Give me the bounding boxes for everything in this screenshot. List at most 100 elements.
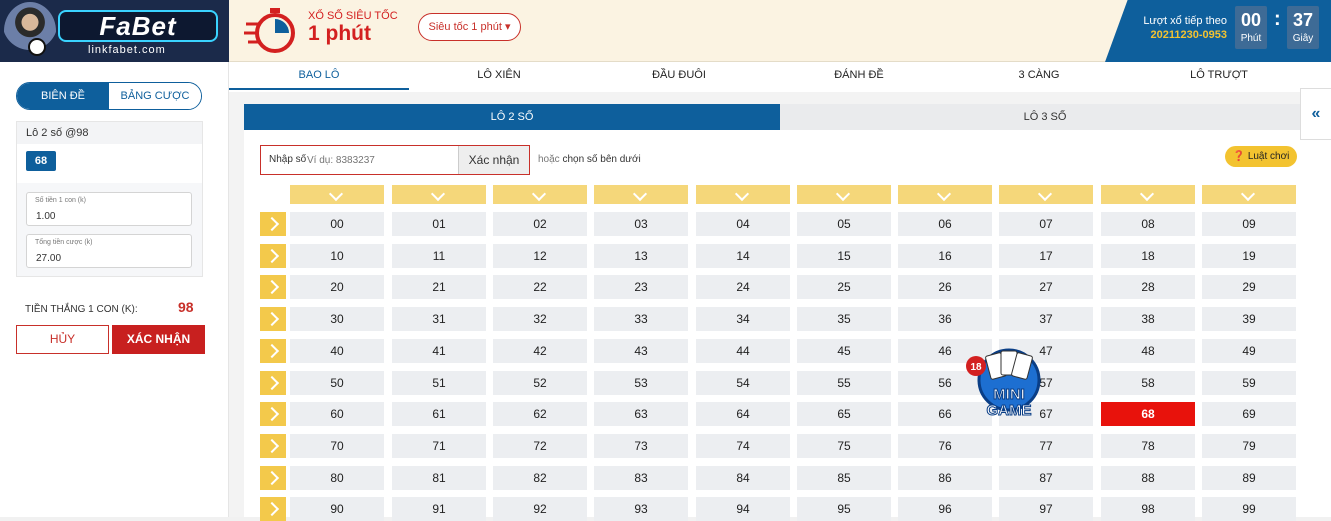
number-cell[interactable]: 26 xyxy=(898,275,992,299)
number-cell[interactable]: 09 xyxy=(1202,212,1296,236)
speed-select[interactable]: Siêu tốc 1 phút ▾ xyxy=(418,13,521,41)
selected-number-chip[interactable]: 68 xyxy=(26,151,56,171)
number-cell[interactable]: 78 xyxy=(1101,434,1195,458)
row-select-chevron-icon[interactable] xyxy=(260,371,286,395)
tab-3[interactable]: ĐÁNH ĐỀ xyxy=(769,62,949,90)
number-cell[interactable]: 51 xyxy=(392,371,486,395)
number-cell[interactable]: 92 xyxy=(493,497,587,521)
number-cell[interactable]: 36 xyxy=(898,307,992,331)
number-cell[interactable]: 28 xyxy=(1101,275,1195,299)
number-cell[interactable]: 98 xyxy=(1101,497,1195,521)
row-select-chevron-icon[interactable] xyxy=(260,434,286,458)
column-select-chevron-icon[interactable] xyxy=(493,185,587,204)
column-select-chevron-icon[interactable] xyxy=(1202,185,1296,204)
number-cell[interactable]: 25 xyxy=(797,275,891,299)
number-cell[interactable]: 73 xyxy=(594,434,688,458)
number-cell[interactable]: 93 xyxy=(594,497,688,521)
number-cell[interactable]: 82 xyxy=(493,466,587,490)
number-cell[interactable]: 99 xyxy=(1202,497,1296,521)
number-cell[interactable]: 44 xyxy=(696,339,790,363)
number-cell[interactable]: 12 xyxy=(493,244,587,268)
number-entry-input[interactable] xyxy=(307,147,457,173)
tab-5[interactable]: LÔ TRƯỢT xyxy=(1129,62,1309,90)
number-cell[interactable]: 83 xyxy=(594,466,688,490)
number-cell[interactable]: 65 xyxy=(797,402,891,426)
number-cell[interactable]: 15 xyxy=(797,244,891,268)
number-cell[interactable]: 59 xyxy=(1202,371,1296,395)
number-cell[interactable]: 13 xyxy=(594,244,688,268)
number-cell[interactable]: 42 xyxy=(493,339,587,363)
number-cell[interactable]: 39 xyxy=(1202,307,1296,331)
collapse-double-chevron-icon[interactable]: « xyxy=(1300,88,1331,140)
number-cell[interactable]: 21 xyxy=(392,275,486,299)
column-select-chevron-icon[interactable] xyxy=(594,185,688,204)
number-cell[interactable]: 30 xyxy=(290,307,384,331)
column-select-chevron-icon[interactable] xyxy=(898,185,992,204)
tab-2[interactable]: ĐẦU ĐUÔI xyxy=(589,62,769,90)
number-cell[interactable]: 84 xyxy=(696,466,790,490)
number-cell[interactable]: 03 xyxy=(594,212,688,236)
number-cell[interactable]: 81 xyxy=(392,466,486,490)
number-cell[interactable]: 10 xyxy=(290,244,384,268)
amount-field[interactable]: Số tiền 1 con (k) 1.00 xyxy=(26,192,192,226)
number-cell[interactable]: 05 xyxy=(797,212,891,236)
brand-logo[interactable]: FaBet linkfabet.com xyxy=(0,0,229,62)
number-cell[interactable]: 27 xyxy=(999,275,1093,299)
number-cell[interactable]: 63 xyxy=(594,402,688,426)
number-cell[interactable]: 86 xyxy=(898,466,992,490)
number-cell[interactable]: 08 xyxy=(1101,212,1195,236)
row-select-chevron-icon[interactable] xyxy=(260,307,286,331)
column-select-chevron-icon[interactable] xyxy=(1101,185,1195,204)
number-cell[interactable]: 61 xyxy=(392,402,486,426)
number-cell[interactable]: 07 xyxy=(999,212,1093,236)
number-cell[interactable]: 23 xyxy=(594,275,688,299)
column-select-chevron-icon[interactable] xyxy=(290,185,384,204)
number-cell[interactable]: 18 xyxy=(1101,244,1195,268)
number-cell[interactable]: 95 xyxy=(797,497,891,521)
number-cell[interactable]: 76 xyxy=(898,434,992,458)
number-cell[interactable]: 50 xyxy=(290,371,384,395)
row-select-chevron-icon[interactable] xyxy=(260,466,286,490)
number-cell[interactable]: 88 xyxy=(1101,466,1195,490)
column-select-chevron-icon[interactable] xyxy=(797,185,891,204)
confirm-button[interactable]: XÁC NHẬN xyxy=(112,325,205,354)
number-cell[interactable]: 54 xyxy=(696,371,790,395)
number-cell[interactable]: 64 xyxy=(696,402,790,426)
number-cell[interactable]: 17 xyxy=(999,244,1093,268)
row-select-chevron-icon[interactable] xyxy=(260,497,286,521)
number-cell[interactable]: 45 xyxy=(797,339,891,363)
number-cell[interactable]: 58 xyxy=(1101,371,1195,395)
cancel-button[interactable]: HỦY xyxy=(16,325,109,354)
row-select-chevron-icon[interactable] xyxy=(260,275,286,299)
number-cell[interactable]: 20 xyxy=(290,275,384,299)
tab-0[interactable]: BAO LÔ xyxy=(229,62,409,90)
number-cell[interactable]: 02 xyxy=(493,212,587,236)
number-cell[interactable]: 24 xyxy=(696,275,790,299)
number-cell[interactable]: 29 xyxy=(1202,275,1296,299)
number-cell[interactable]: 89 xyxy=(1202,466,1296,490)
number-cell[interactable]: 90 xyxy=(290,497,384,521)
number-cell[interactable]: 11 xyxy=(392,244,486,268)
number-cell[interactable]: 22 xyxy=(493,275,587,299)
tab-bang-cuoc[interactable]: BẢNG CƯỢC xyxy=(109,83,201,109)
number-cell[interactable]: 19 xyxy=(1202,244,1296,268)
number-cell[interactable]: 55 xyxy=(797,371,891,395)
number-cell[interactable]: 41 xyxy=(392,339,486,363)
number-cell[interactable]: 60 xyxy=(290,402,384,426)
number-cell[interactable]: 40 xyxy=(290,339,384,363)
number-cell[interactable]: 87 xyxy=(999,466,1093,490)
number-cell[interactable]: 52 xyxy=(493,371,587,395)
number-cell[interactable]: 85 xyxy=(797,466,891,490)
tab-bien-de[interactable]: BIÊN ĐỀ xyxy=(17,83,109,109)
number-cell[interactable]: 14 xyxy=(696,244,790,268)
number-cell[interactable]: 35 xyxy=(797,307,891,331)
row-select-chevron-icon[interactable] xyxy=(260,244,286,268)
row-select-chevron-icon[interactable] xyxy=(260,402,286,426)
column-select-chevron-icon[interactable] xyxy=(392,185,486,204)
number-cell[interactable]: 74 xyxy=(696,434,790,458)
number-cell[interactable]: 62 xyxy=(493,402,587,426)
number-cell[interactable]: 06 xyxy=(898,212,992,236)
number-entry-confirm-button[interactable]: Xác nhận xyxy=(458,146,529,174)
number-cell[interactable]: 72 xyxy=(493,434,587,458)
tab-1[interactable]: LÔ XIÊN xyxy=(409,62,589,90)
